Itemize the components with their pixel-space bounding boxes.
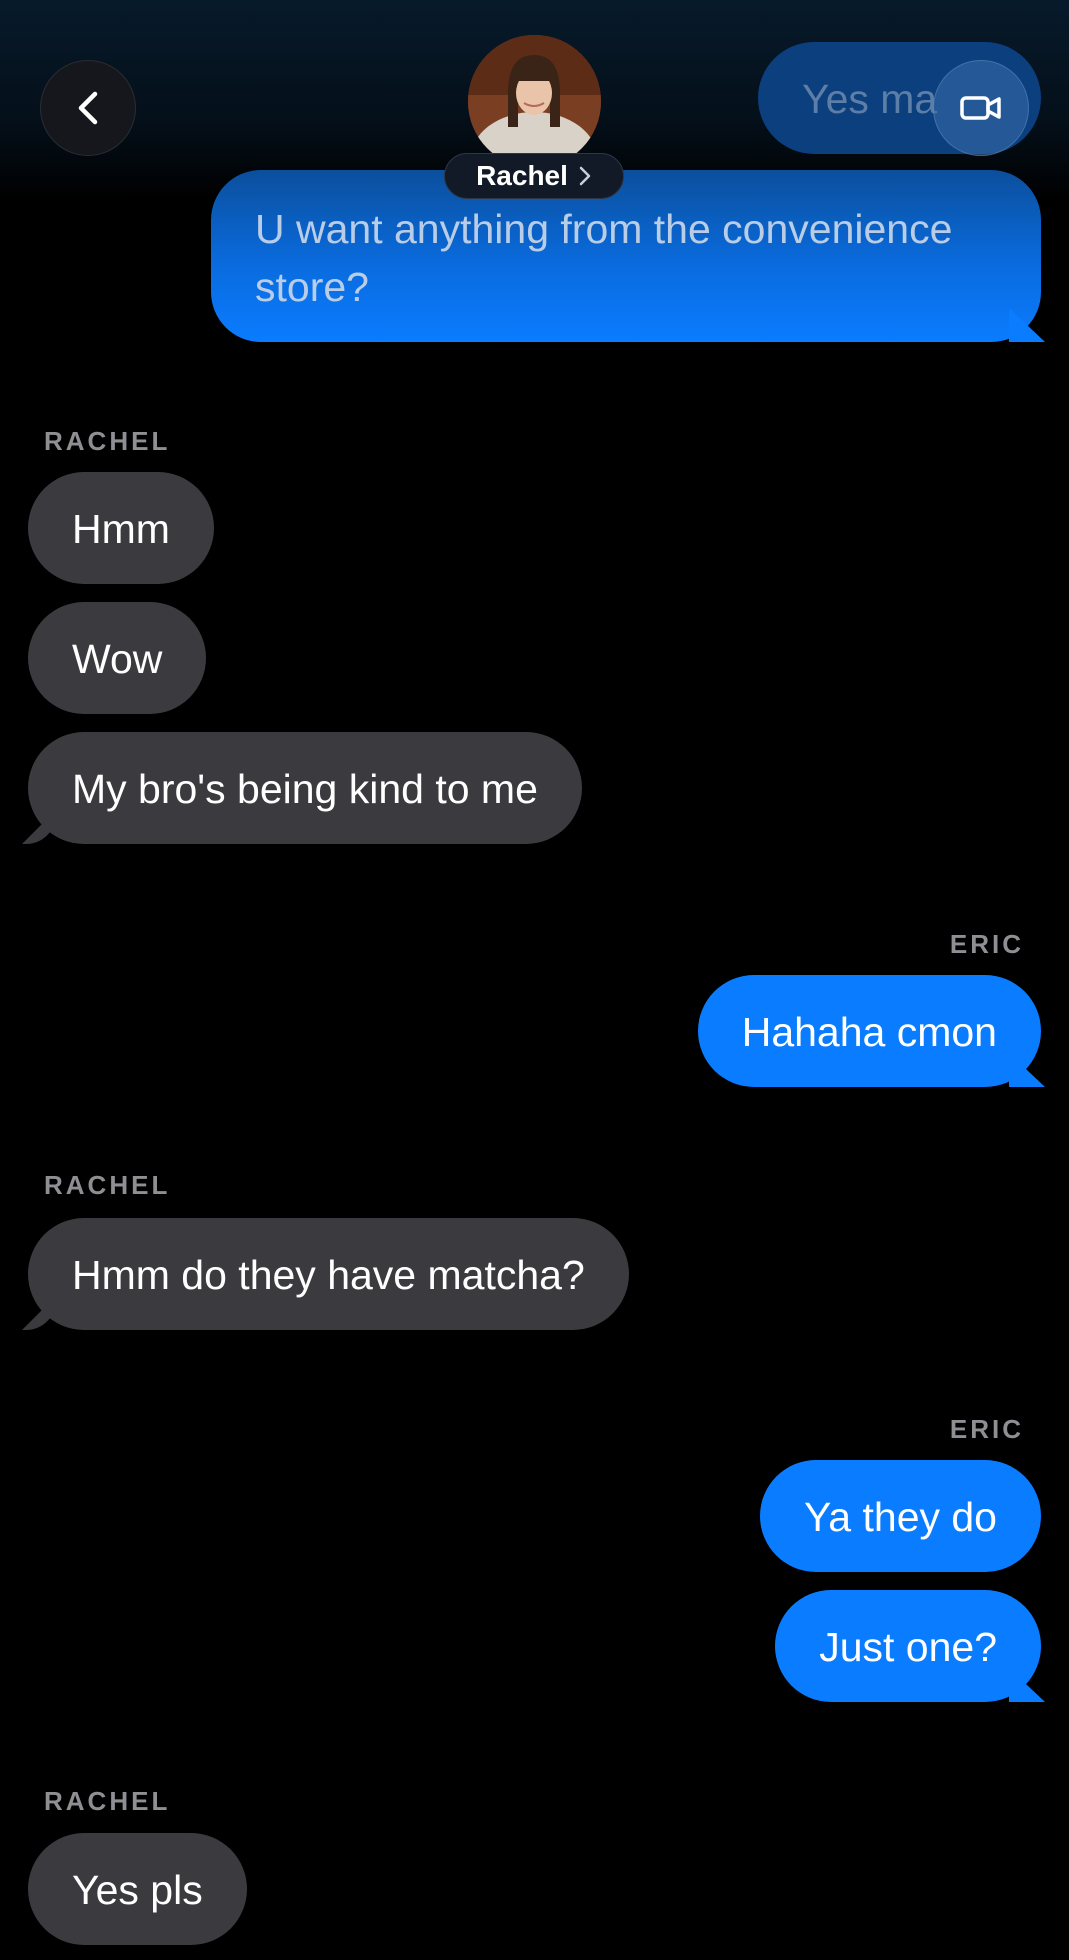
sender-label: RACHEL — [44, 426, 171, 456]
back-button[interactable] — [40, 60, 136, 156]
message-text: Just one? — [819, 1624, 997, 1670]
sender-label: ERIC — [949, 1414, 1024, 1444]
chevron-right-icon — [579, 166, 591, 186]
message-text: Hahaha cmon — [741, 1009, 997, 1055]
message-bubble-outgoing[interactable]: Ya they do — [760, 1460, 1041, 1572]
message-bubble-outgoing[interactable]: Just one? — [775, 1590, 1041, 1702]
message-text: Yes ma — [802, 76, 938, 122]
message-text: Hmm do they have matcha? — [72, 1252, 585, 1298]
message-text: My bro's being kind to me — [72, 766, 538, 812]
message-bubble-incoming[interactable]: My bro's being kind to me — [28, 732, 582, 844]
message-text: Ya they do — [804, 1494, 997, 1540]
message-bubble-incoming[interactable]: Hmm — [28, 472, 214, 584]
message-bubble-incoming[interactable]: Yes pls — [28, 1833, 247, 1945]
avatar-image — [468, 35, 601, 168]
contact-name: Rachel — [476, 160, 568, 191]
contact-avatar[interactable] — [468, 35, 601, 168]
video-camera-icon — [960, 96, 1001, 120]
sender-label: ERIC — [949, 929, 1024, 959]
message-bubble-incoming[interactable]: Wow — [28, 602, 207, 714]
message-thread[interactable]: Yes ma U want anything from the convenie… — [0, 0, 1069, 1960]
chevron-left-icon — [78, 91, 98, 125]
message-text: U want anything from the convenience sto… — [255, 206, 953, 310]
message-text: Wow — [72, 636, 163, 682]
sender-label: RACHEL — [44, 1786, 171, 1816]
message-bubble-outgoing[interactable]: Hahaha cmon — [697, 975, 1041, 1087]
message-bubble-incoming[interactable]: Hmm do they have matcha? — [28, 1218, 629, 1330]
contact-name-button[interactable]: Rachel — [444, 153, 624, 199]
message-bubble-outgoing[interactable]: U want anything from the convenience sto… — [211, 170, 1041, 342]
sender-label: RACHEL — [44, 1170, 171, 1200]
video-call-button[interactable] — [933, 60, 1029, 156]
message-text: Hmm — [72, 506, 170, 552]
message-text: Yes pls — [72, 1867, 203, 1913]
